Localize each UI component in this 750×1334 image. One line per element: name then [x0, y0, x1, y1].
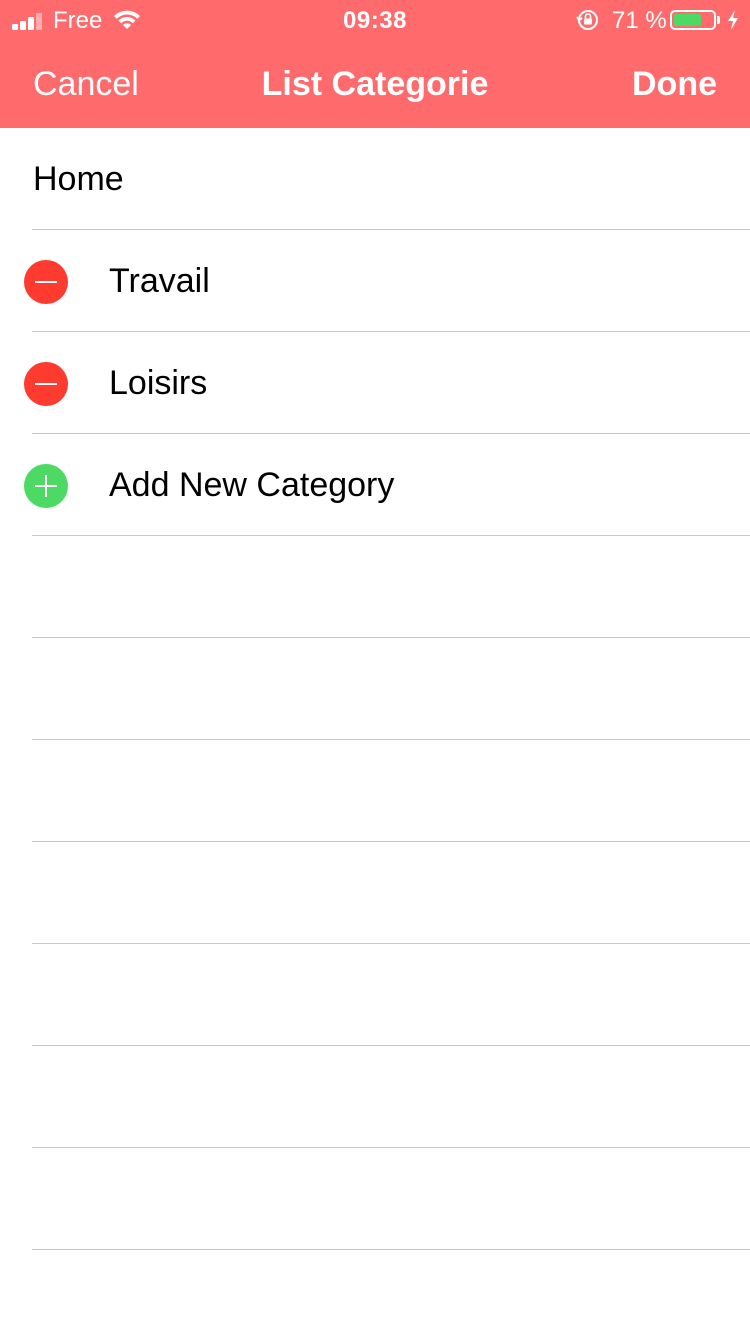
empty-row	[0, 1046, 750, 1148]
header: Free 09:38 71 % Cancel List Categorie Do…	[0, 0, 750, 128]
empty-row	[0, 536, 750, 638]
list-item-label: Loisirs	[109, 364, 208, 402]
empty-row	[0, 740, 750, 842]
delete-icon[interactable]	[24, 260, 68, 304]
empty-row	[0, 944, 750, 1046]
battery-icon	[670, 10, 716, 30]
orientation-lock-icon	[576, 10, 598, 30]
list-item-loisirs[interactable]: Loisirs	[0, 332, 750, 434]
nav-bar: Cancel List Categorie Done	[0, 40, 750, 128]
page-title: List Categorie	[261, 65, 489, 103]
delete-icon[interactable]	[24, 362, 68, 406]
add-icon[interactable]	[24, 464, 68, 508]
done-button[interactable]: Done	[632, 64, 717, 104]
category-list: Home Travail Loisirs Add New Category	[0, 128, 750, 1334]
battery-percentage: 71 %	[612, 7, 667, 34]
status-bar: Free 09:38 71 %	[0, 0, 750, 40]
battery-tip	[717, 16, 720, 24]
list-item-travail[interactable]: Travail	[0, 230, 750, 332]
empty-row	[0, 1250, 750, 1334]
empty-row	[0, 638, 750, 740]
list-item-home[interactable]: Home	[0, 128, 750, 230]
add-new-category-label: Add New Category	[109, 466, 395, 504]
charging-icon	[728, 10, 738, 30]
cancel-button[interactable]: Cancel	[33, 64, 139, 104]
list-item-label: Travail	[109, 262, 210, 300]
empty-row	[0, 842, 750, 944]
screen: Free 09:38 71 % Cancel List Categorie Do…	[0, 0, 750, 1334]
add-new-category-row[interactable]: Add New Category	[0, 434, 750, 536]
battery-level-fill	[674, 14, 701, 26]
list-item-label: Home	[33, 160, 124, 198]
empty-row	[0, 1148, 750, 1250]
